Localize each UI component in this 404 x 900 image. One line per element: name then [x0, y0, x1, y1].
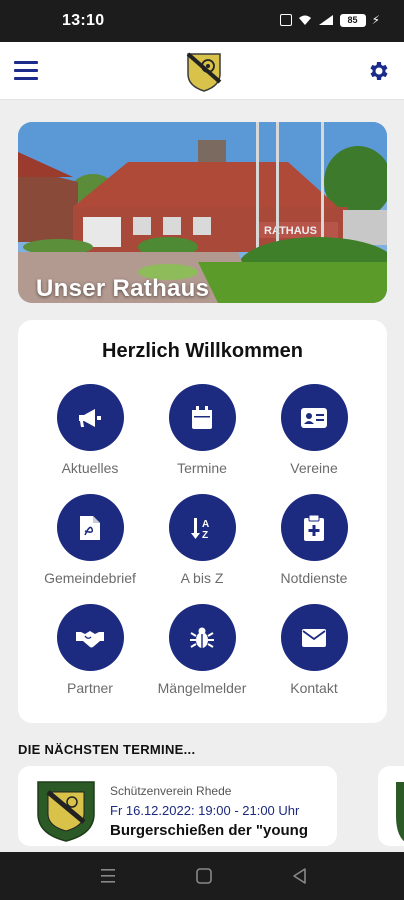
app-bar	[0, 42, 404, 100]
coat-of-arms-logo[interactable]	[186, 52, 222, 92]
event-organizer: Schützenverein Rhede	[110, 784, 232, 798]
status-time: 13:10	[62, 12, 105, 29]
hamburger-menu-icon[interactable]	[14, 61, 38, 81]
handshake-icon	[56, 604, 124, 671]
tile-label: Notdienste	[280, 570, 348, 586]
tile-notdienste[interactable]: Notdienste	[259, 494, 369, 586]
event-card[interactable]: Schützenverein Rhede Fr 16.12.2022: 19:0…	[18, 766, 337, 846]
sort-alpha-icon: AZ	[168, 494, 236, 561]
svg-text:Z: Z	[202, 530, 208, 540]
wifi-icon	[298, 15, 311, 25]
calendar-icon	[168, 384, 236, 451]
hero-banner[interactable]: RATHAUS Unser Rathaus	[18, 122, 387, 303]
back-icon[interactable]	[290, 866, 310, 886]
signal-icon	[318, 15, 333, 25]
tile-a-bis-z[interactable]: AZ A bis Z	[147, 494, 257, 586]
status-icons: 85 ⚡	[279, 13, 380, 27]
battery-icon: 85	[339, 13, 366, 27]
svg-text:A: A	[202, 519, 209, 530]
tile-gemeindebrief[interactable]: Gemeindebrief	[35, 494, 145, 586]
welcome-card: Herzlich Willkommen Aktuelles Termine Ve…	[18, 320, 387, 723]
tile-label: A bis Z	[180, 570, 224, 586]
welcome-title: Herzlich Willkommen	[102, 340, 303, 362]
system-nav-bar	[0, 852, 404, 900]
envelope-icon	[280, 604, 348, 671]
tile-label: Mängelmelder	[157, 680, 247, 696]
tile-aktuelles[interactable]: Aktuelles	[35, 384, 145, 476]
tile-label: Termine	[177, 460, 227, 476]
id-card-icon	[280, 384, 348, 451]
rathaus-sign: RATHAUS	[264, 225, 317, 237]
home-icon[interactable]	[194, 866, 214, 886]
tile-label: Aktuelles	[61, 460, 119, 476]
event-title: Burgerschießen der "young	[110, 822, 308, 839]
schuetzenverein-crest-icon	[37, 781, 95, 842]
schuetzenverein-crest-icon	[396, 782, 404, 842]
megaphone-icon	[56, 384, 124, 451]
hero-title: Unser Rathaus	[36, 275, 210, 302]
recent-apps-icon[interactable]	[98, 866, 118, 886]
nfc-icon	[279, 14, 292, 26]
status-bar: 13:10 85 ⚡	[0, 0, 404, 42]
event-date: Fr 16.12.2022: 19:00 - 21:00 Uhr	[110, 803, 300, 818]
gear-icon[interactable]	[366, 59, 390, 83]
tile-maengelmelder[interactable]: Mängelmelder	[147, 604, 257, 696]
tile-partner[interactable]: Partner	[35, 604, 145, 696]
tile-label: Vereine	[290, 460, 338, 476]
section-title-events: DIE NÄCHSTEN TERMINE...	[18, 742, 196, 757]
tile-kontakt[interactable]: Kontakt	[259, 604, 369, 696]
bug-icon	[168, 604, 236, 671]
charging-icon: ⚡	[371, 13, 380, 27]
tile-label: Kontakt	[290, 680, 338, 696]
tile-termine[interactable]: Termine	[147, 384, 257, 476]
pdf-file-icon	[56, 494, 124, 561]
tile-label: Gemeindebrief	[44, 570, 136, 586]
tile-label: Partner	[67, 680, 113, 696]
medical-clipboard-icon	[280, 494, 348, 561]
tile-vereine[interactable]: Vereine	[259, 384, 369, 476]
event-card-next[interactable]	[378, 766, 404, 846]
